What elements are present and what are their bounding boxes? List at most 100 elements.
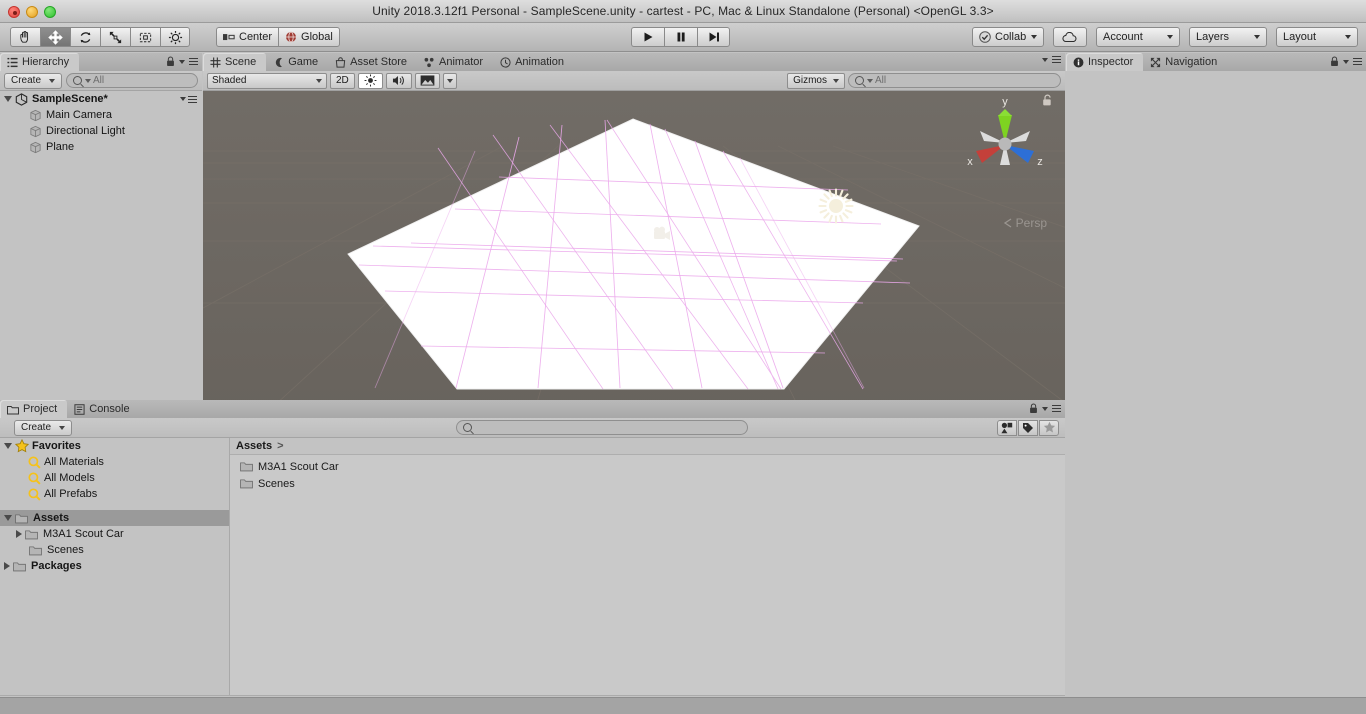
hierarchy-subbar: Create All [0, 71, 202, 91]
camera-projection-text: Persp [1015, 216, 1047, 230]
panel-menu-icon[interactable] [1052, 56, 1061, 63]
panel-menu-caret-icon[interactable] [1042, 406, 1048, 411]
hand-tool-button[interactable] [10, 27, 40, 47]
tab-animation[interactable]: Animation [493, 53, 574, 71]
tab-console[interactable]: Console [67, 400, 139, 418]
tab-inspector[interactable]: Inspector [1066, 53, 1144, 71]
project-create-button[interactable]: Create [14, 419, 73, 436]
axis-label-y: y [1002, 96, 1008, 108]
filter-label-button[interactable] [1018, 419, 1038, 436]
breadcrumb[interactable]: Assets > [230, 438, 1065, 455]
cloud-button[interactable] [1053, 27, 1087, 47]
pivot-mode-button[interactable]: Center [216, 27, 279, 47]
main-camera-gizmo[interactable] [652, 225, 674, 243]
project-tree-item-label: All Models [44, 472, 95, 484]
hierarchy-create-button[interactable]: Create [4, 72, 63, 89]
layers-group: Layers [1189, 27, 1267, 47]
transform-tool-button[interactable] [160, 27, 190, 47]
filter-type-button[interactable] [997, 419, 1017, 436]
expand-triangle-icon[interactable] [4, 515, 12, 521]
panel-menu-caret-icon[interactable] [1042, 57, 1048, 62]
panel-menu-icon[interactable] [1052, 405, 1061, 412]
minimize-button[interactable] [26, 6, 38, 18]
lock-icon[interactable] [1029, 403, 1038, 414]
panel-menu-caret-icon[interactable] [179, 59, 185, 64]
account-label: Account [1103, 31, 1143, 43]
scene-fx-dropdown[interactable] [442, 72, 457, 89]
project-tree-item-label: Scenes [47, 544, 84, 556]
tab-animator[interactable]: Animator [417, 53, 493, 71]
asset-item-m3a1-scout-car[interactable]: M3A1 Scout Car [230, 458, 1065, 475]
gizmos-dropdown[interactable]: Gizmos [787, 72, 845, 89]
search-icon [463, 423, 472, 432]
directional-light-gizmo[interactable] [816, 186, 856, 226]
hierarchy-tree[interactable]: SampleScene* Main Camera Directional Lig… [0, 91, 202, 437]
camera-projection-label[interactable]: Persp [1003, 216, 1047, 230]
project-tree-item-m3a1-scout-car[interactable]: M3A1 Scout Car [0, 526, 229, 542]
hierarchy-item-main-camera[interactable]: Main Camera [0, 107, 202, 123]
project-tree-item-label: Assets [33, 512, 70, 524]
pivot-rotation-label: Global [301, 31, 333, 43]
scene-axis-gizmo[interactable]: y x z [960, 93, 1050, 198]
scene-audio-toggle[interactable] [385, 72, 412, 89]
scale-tool-button[interactable] [100, 27, 130, 47]
zoom-button[interactable] [44, 6, 56, 18]
panel-menu-icon[interactable] [1353, 58, 1362, 65]
scene-lighting-toggle[interactable] [357, 72, 383, 89]
project-search-input[interactable] [456, 420, 748, 435]
scene-context-menu[interactable] [180, 95, 197, 103]
tab-project[interactable]: Project [0, 400, 68, 418]
account-button[interactable]: Account [1096, 27, 1180, 47]
project-tree-item-scenes[interactable]: Scenes [0, 542, 229, 558]
filter-favorite-button[interactable] [1039, 419, 1059, 436]
tab-navigation[interactable]: Navigation [1143, 53, 1227, 71]
project-tree-item-all-prefabs[interactable]: All Prefabs [0, 486, 229, 502]
project-tree-item-all-models[interactable]: All Models [0, 470, 229, 486]
panel-menu-caret-icon[interactable] [1343, 59, 1349, 64]
scene-search-input[interactable]: All [848, 73, 1061, 88]
scene-viewport[interactable]: y x z Persp [203, 91, 1065, 416]
collab-button[interactable]: Collab [972, 27, 1044, 47]
expand-triangle-icon[interactable] [4, 562, 10, 570]
hierarchy-scene-root[interactable]: SampleScene* [0, 91, 202, 107]
image-icon [420, 75, 435, 86]
lock-icon[interactable] [1330, 56, 1339, 67]
hierarchy-search-input[interactable]: All [66, 73, 198, 88]
tab-game[interactable]: Game [266, 53, 328, 71]
asset-item-scenes[interactable]: Scenes [230, 475, 1065, 492]
project-tree-item-packages[interactable]: Packages [0, 558, 229, 574]
2d-toggle-button[interactable]: 2D [330, 72, 355, 89]
tab-scene[interactable]: Scene [203, 53, 267, 71]
draw-mode-dropdown[interactable]: Shaded [207, 72, 327, 89]
pause-button[interactable] [664, 27, 697, 47]
scene-fx-toggle[interactable] [414, 72, 440, 89]
project-asset-browser[interactable]: Assets > M3A1 Scout Car Scenes [230, 438, 1065, 695]
close-button[interactable] [8, 6, 20, 18]
layers-button[interactable]: Layers [1189, 27, 1267, 47]
project-tree[interactable]: Favorites All Materials All Models All P… [0, 438, 230, 695]
project-tree-item-favorites[interactable]: Favorites [0, 438, 229, 454]
tab-asset-store[interactable]: Asset Store [328, 53, 417, 71]
expand-triangle-icon[interactable] [16, 530, 22, 538]
tab-animation-label: Animation [515, 56, 564, 68]
expand-triangle-icon[interactable] [4, 96, 12, 102]
chevron-down-icon [180, 97, 186, 101]
tab-hierarchy[interactable]: Hierarchy [0, 53, 80, 71]
hierarchy-item-plane[interactable]: Plane [0, 139, 202, 155]
rotate-tool-button[interactable] [70, 27, 100, 47]
rect-tool-button[interactable] [130, 27, 160, 47]
lock-icon[interactable] [166, 56, 175, 67]
play-button[interactable] [631, 27, 664, 47]
pivot-rotation-button[interactable]: Global [278, 27, 340, 47]
panel-menu-icon[interactable] [189, 58, 198, 65]
project-tree-item-all-materials[interactable]: All Materials [0, 454, 229, 470]
window-controls[interactable] [8, 6, 56, 18]
move-tool-button[interactable] [40, 27, 70, 47]
expand-triangle-icon[interactable] [4, 443, 12, 449]
hierarchy-item-directional-light[interactable]: Directional Light [0, 123, 202, 139]
star-icon [1043, 421, 1055, 433]
project-tree-item-assets[interactable]: Assets [0, 510, 229, 526]
step-button[interactable] [697, 27, 730, 47]
layout-label: Layout [1283, 31, 1317, 43]
layout-button[interactable]: Layout [1276, 27, 1358, 47]
